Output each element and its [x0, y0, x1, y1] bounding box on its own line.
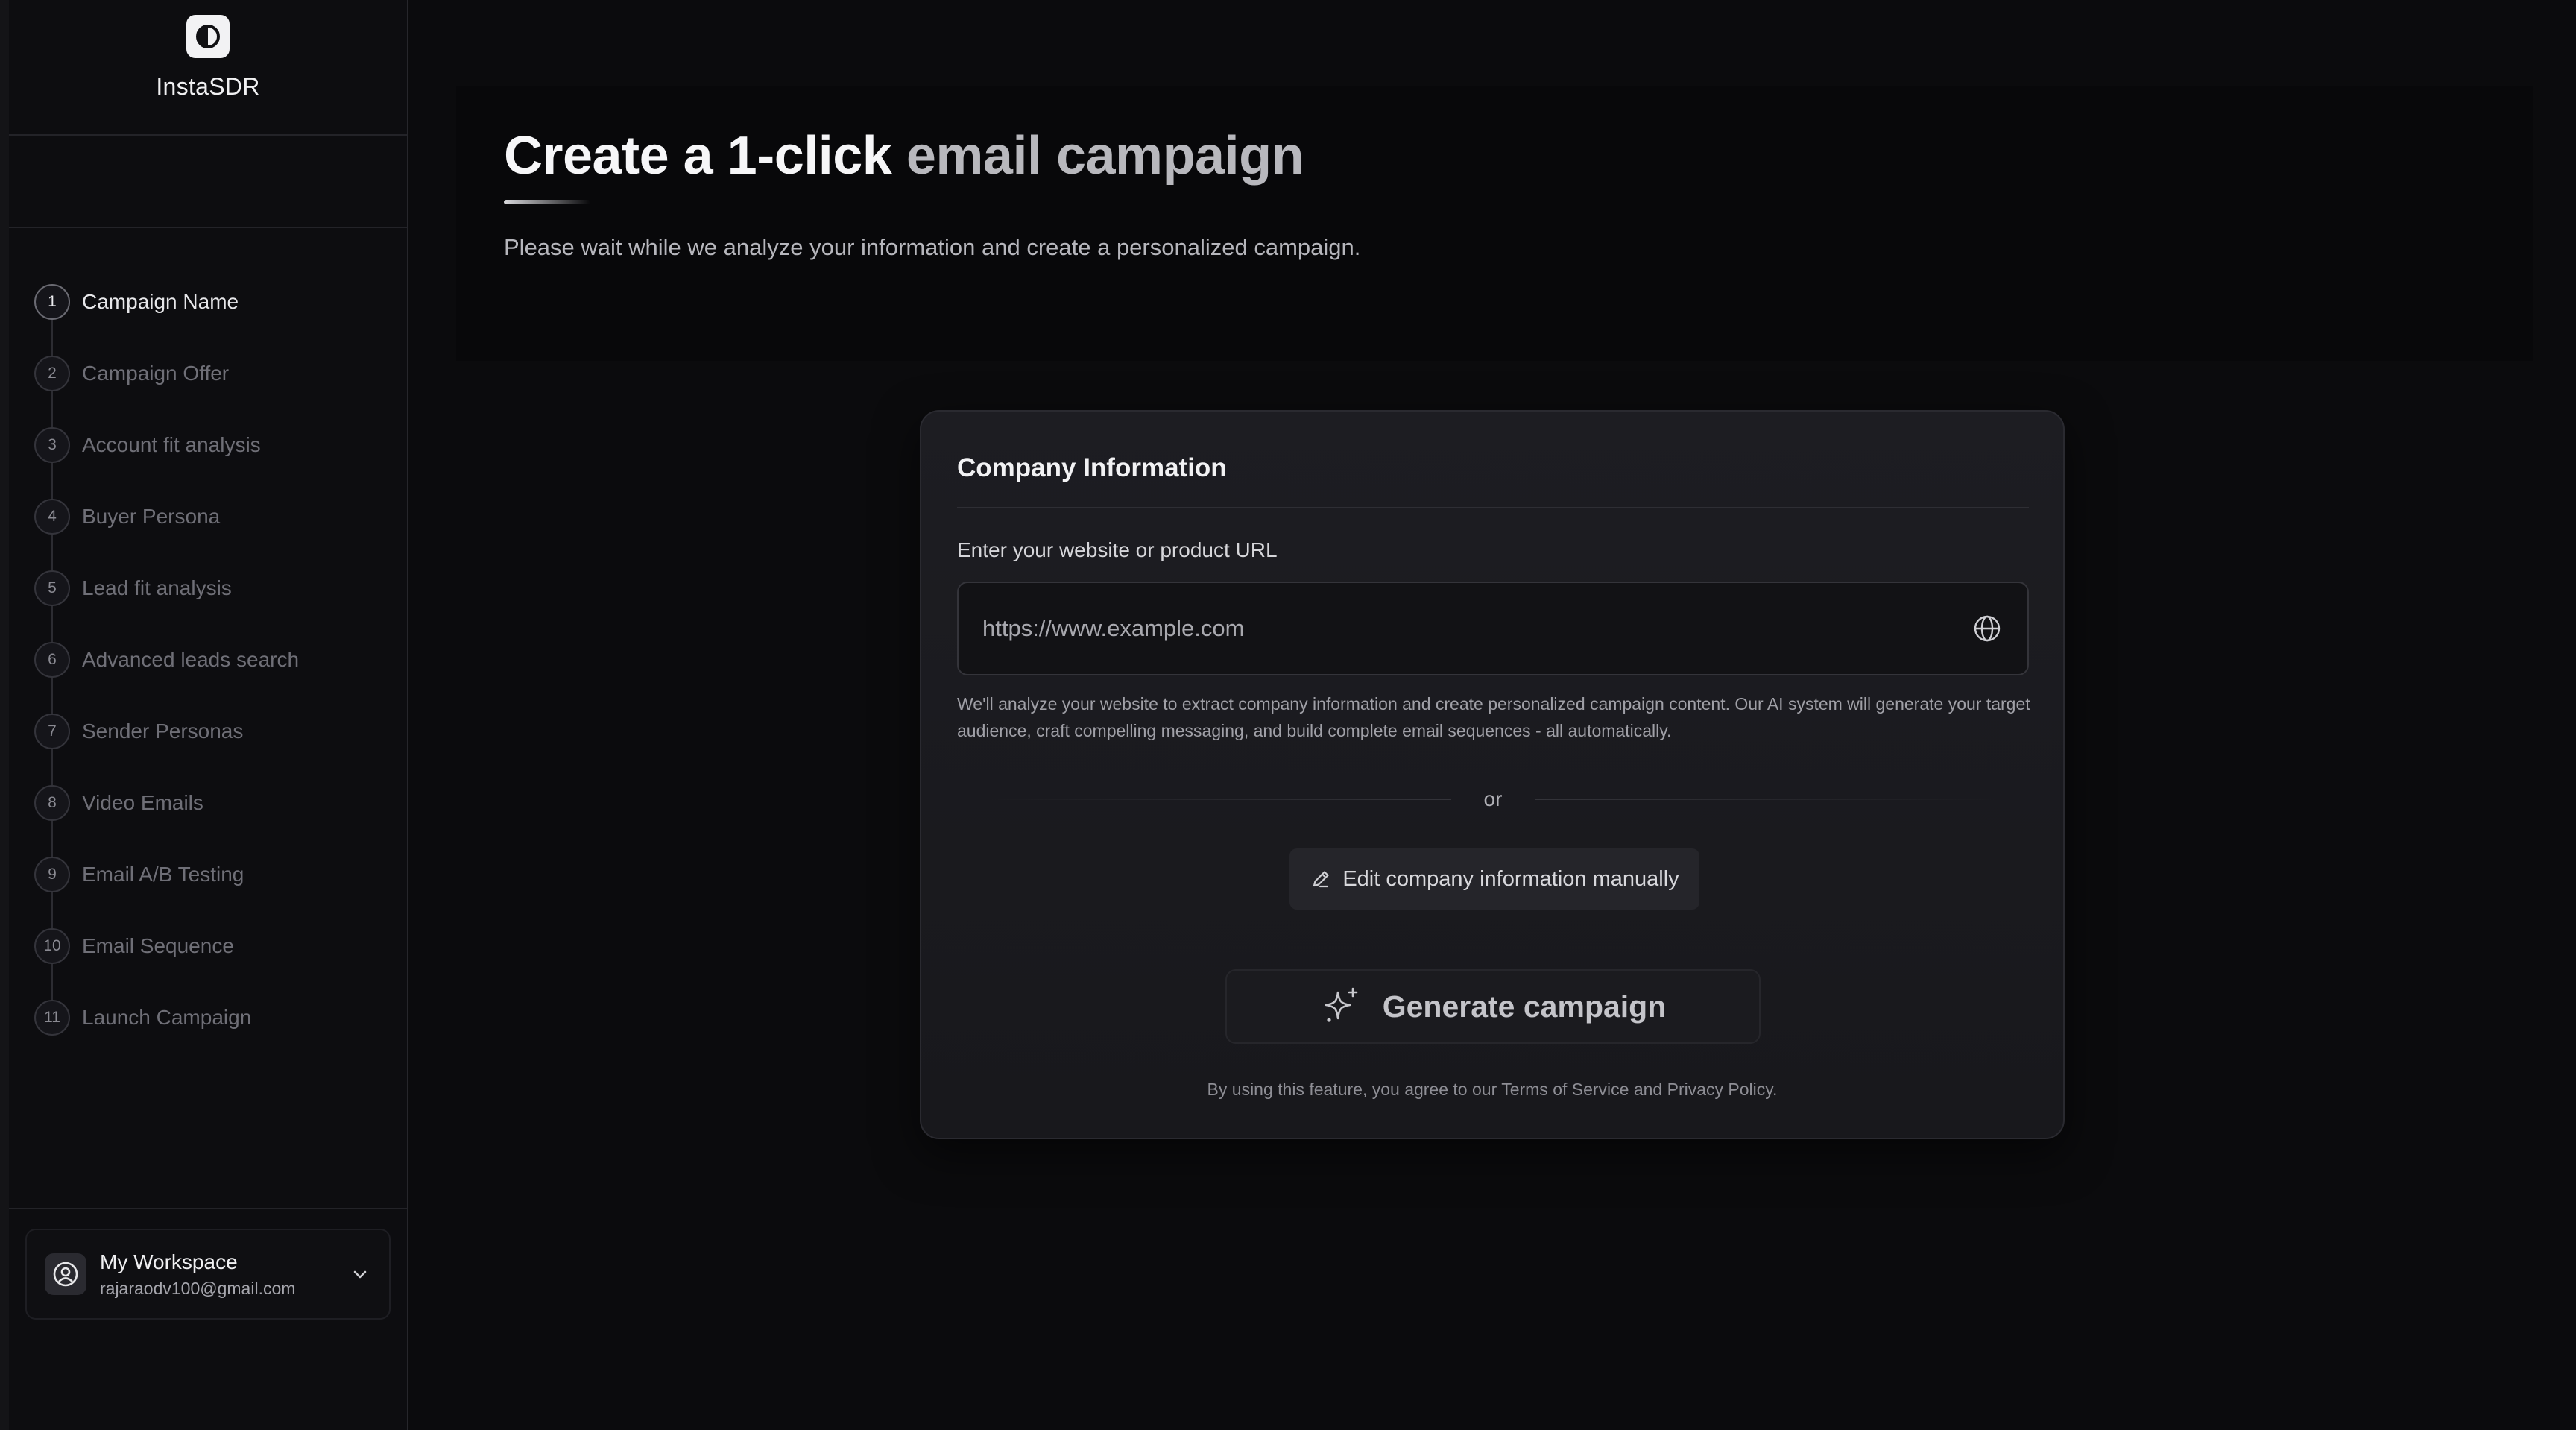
- sidebar-step-5[interactable]: 5 Lead fit analysis: [34, 570, 232, 607]
- workspace-switcher[interactable]: My Workspace rajaraodv100@gmail.com: [25, 1229, 391, 1320]
- step-label: Email Sequence: [82, 934, 234, 957]
- step-label: Campaign Offer: [82, 362, 230, 385]
- generate-campaign-button[interactable]: Generate campaign: [1225, 969, 1761, 1044]
- page-subtitle: Please wait while we analyze your inform…: [504, 234, 1361, 260]
- brand-name: InstaSDR: [156, 73, 260, 100]
- step-number-badge: 6: [34, 642, 70, 678]
- chevron-down-icon[interactable]: [349, 1263, 371, 1285]
- edit-manually-button[interactable]: Edit company information manually: [1289, 848, 1699, 910]
- step-number-badge: 3: [34, 427, 70, 463]
- workspace-info: My Workspace rajaraodv100@gmail.com: [100, 1250, 349, 1299]
- step-label: Sender Personas: [82, 719, 244, 743]
- sidebar-step-6[interactable]: 6 Advanced leads search: [34, 641, 299, 678]
- sidebar-spacer: [9, 137, 407, 228]
- step-number-badge: 5: [34, 570, 70, 606]
- page-title-bright: Create a 1-click: [504, 126, 892, 186]
- or-line-right: [1535, 799, 1998, 800]
- step-number-badge: 1: [34, 284, 70, 320]
- sidebar-step-7[interactable]: 7 Sender Personas: [34, 713, 243, 750]
- or-line-left: [988, 799, 1451, 800]
- sidebar-step-10[interactable]: 10 Email Sequence: [34, 927, 234, 965]
- legal-notice: By using this feature, you agree to our …: [1207, 1080, 1778, 1099]
- step-label: Lead fit analysis: [82, 576, 232, 599]
- or-text: or: [1483, 787, 1503, 810]
- step-label: Email A/B Testing: [82, 863, 244, 886]
- url-input[interactable]: [982, 615, 1971, 642]
- step-number-badge: 2: [34, 356, 70, 391]
- card-divider: [957, 507, 2029, 508]
- user-circle-icon: [45, 1253, 86, 1295]
- title-underline: [504, 200, 590, 204]
- url-help-text: We'll analyze your website to extract co…: [957, 694, 2030, 740]
- sidebar-step-8[interactable]: 8 Video Emails: [34, 784, 203, 822]
- step-label: Campaign Name: [82, 290, 239, 313]
- or-separator: or: [957, 784, 2029, 814]
- page-title: Create a 1-click email campaign: [504, 125, 1304, 186]
- app-root: InstaSDR 1 Campaign Name 2 Campaign Offer 3 A…: [0, 0, 2576, 1430]
- sidebar-step-9[interactable]: 9 Email A/B Testing: [34, 856, 244, 893]
- page-title-muted: email campaign: [906, 126, 1304, 186]
- sidebar: InstaSDR 1 Campaign Name 2 Campaign Offer 3 A…: [0, 0, 408, 1430]
- workspace-name: My Workspace: [100, 1250, 238, 1273]
- step-number-badge: 10: [34, 928, 70, 964]
- sidebar-footer: My Workspace rajaraodv100@gmail.com: [9, 1208, 407, 1430]
- step-number-badge: 9: [34, 857, 70, 892]
- contrast-circle-icon: [186, 15, 230, 58]
- step-number-badge: 7: [34, 714, 70, 749]
- workspace-email: rajaraodv100@gmail.com: [100, 1278, 296, 1298]
- step-number-badge: 4: [34, 499, 70, 535]
- sidebar-step-1[interactable]: 1 Campaign Name: [34, 283, 239, 321]
- step-label: Video Emails: [82, 791, 203, 814]
- step-label: Advanced leads search: [82, 648, 300, 671]
- pencil-icon: [1310, 868, 1332, 890]
- generate-campaign-label: Generate campaign: [1382, 989, 1667, 1024]
- card-title: Company Information: [957, 453, 1227, 482]
- step-number-badge: 11: [34, 1000, 70, 1036]
- step-number-badge: 8: [34, 785, 70, 821]
- brand[interactable]: InstaSDR: [9, 0, 407, 136]
- edit-manually-label: Edit company information manually: [1342, 866, 1679, 891]
- sidebar-step-2[interactable]: 2 Campaign Offer: [34, 355, 229, 392]
- company-information-card: Company Information Enter your website o…: [920, 410, 2065, 1139]
- page-header: Create a 1-click email campaign Please w…: [456, 86, 2533, 361]
- sidebar-step-4[interactable]: 4 Buyer Persona: [34, 498, 220, 535]
- globe-icon: [1971, 612, 2004, 645]
- sidebar-step-3[interactable]: 3 Account fit analysis: [34, 426, 261, 464]
- sparkles-icon: [1320, 985, 1363, 1028]
- url-field: [957, 582, 2029, 675]
- step-label: Launch Campaign: [82, 1006, 252, 1029]
- url-field-label: Enter your website or product URL: [957, 538, 1278, 561]
- step-label: Account fit analysis: [82, 433, 261, 456]
- sidebar-step-11[interactable]: 11 Launch Campaign: [34, 999, 251, 1036]
- step-label: Buyer Persona: [82, 505, 221, 528]
